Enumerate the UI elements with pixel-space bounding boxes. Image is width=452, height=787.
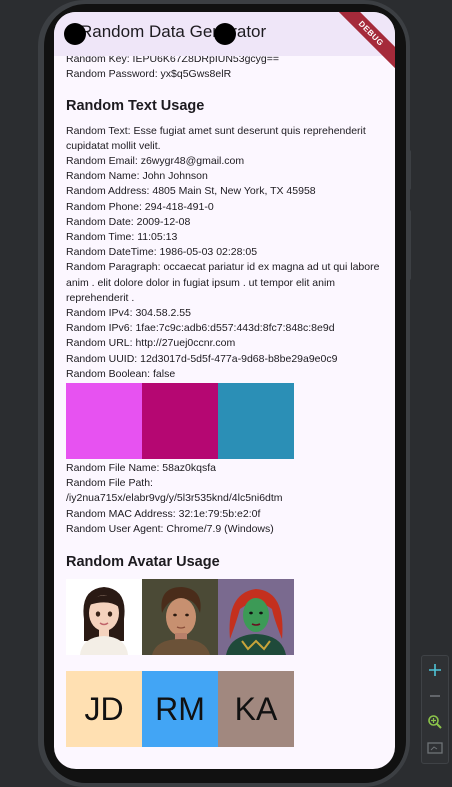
random-password-text: Random Password: yx$q5Gws8elR bbox=[66, 68, 232, 81]
power-button[interactable] bbox=[406, 210, 411, 280]
random-mac-text: Random MAC Address: 32:1e:79:5b:e2:0f bbox=[66, 507, 261, 520]
random-filepath-text: Random File Path: /iy2nua715x/elabr9vg/y… bbox=[66, 477, 283, 505]
initials-avatar: KA bbox=[218, 671, 294, 748]
camera-cutout-center bbox=[214, 23, 236, 45]
screen-icon[interactable] bbox=[422, 736, 448, 760]
random-name-text: Random Name: John Johnson bbox=[66, 170, 208, 183]
initials-avatar: JD bbox=[66, 671, 142, 748]
random-paragraph-text: Random Paragraph: occaecat pariatur id e… bbox=[66, 261, 380, 304]
text-usage-heading: Random Text Usage bbox=[66, 98, 205, 115]
random-phone-text: Random Phone: 294-418-491-0 bbox=[66, 200, 214, 213]
camera-cutout-left bbox=[64, 23, 86, 45]
app-screen: Random Data Generator DEBUG Random Key: … bbox=[54, 12, 395, 769]
random-time-text: Random Time: 11:05:13 bbox=[66, 231, 178, 244]
zoom-fit-icon[interactable] bbox=[422, 710, 448, 734]
zoom-out-icon[interactable] bbox=[422, 684, 448, 708]
color-swatch bbox=[66, 383, 142, 460]
random-filename-text: Random File Name: 58az0kqsfa bbox=[66, 462, 216, 475]
color-swatch bbox=[142, 383, 218, 460]
green-skinned-woman-portrait bbox=[218, 579, 294, 656]
scroll-content[interactable]: Random Key: IEPU6K67Z8DRpIUN53gcyg== Ran… bbox=[66, 52, 386, 748]
random-boolean-text: Random Boolean: false bbox=[66, 367, 176, 380]
avatar-initials-row: JD RM KA bbox=[66, 671, 386, 748]
zoom-in-icon[interactable] bbox=[422, 658, 448, 682]
random-url-text: Random URL: http://27uej0ccnr.com bbox=[66, 337, 236, 350]
random-uuid-text: Random UUID: 12d3017d-5d5f-477a-9d68-b8b… bbox=[66, 352, 338, 365]
random-useragent-text: Random User Agent: Chrome/7.9 (Windows) bbox=[66, 522, 274, 535]
emulator-zoom-panel bbox=[421, 655, 449, 764]
color-swatch bbox=[218, 383, 294, 460]
young-man-portrait bbox=[142, 579, 218, 656]
random-text-text: Random Text: Esse fugiat amet sunt deser… bbox=[66, 124, 366, 152]
cartoon-girl-avatar bbox=[66, 579, 142, 656]
page-title: Random Data Generator bbox=[80, 22, 267, 41]
volume-button[interactable] bbox=[406, 150, 411, 190]
avatar-photo-row bbox=[66, 579, 386, 656]
random-email-text: Random Email: z6wygr48@gmail.com bbox=[66, 155, 245, 168]
random-color-swatches bbox=[66, 383, 386, 460]
random-address-text: Random Address: 4805 Main St, New York, … bbox=[66, 185, 316, 198]
random-ipv6-text: Random IPv6: 1fae:7c9c:adb6:d557:443d:8f… bbox=[66, 322, 335, 335]
random-ipv4-text: Random IPv4: 304.58.2.55 bbox=[66, 307, 191, 320]
random-datetime-text: Random DateTime: 1986-05-03 02:28:05 bbox=[66, 246, 258, 259]
avatar-usage-heading: Random Avatar Usage bbox=[66, 554, 220, 571]
initials-avatar: RM bbox=[142, 671, 218, 748]
random-date-text: Random Date: 2009-12-08 bbox=[66, 215, 191, 228]
